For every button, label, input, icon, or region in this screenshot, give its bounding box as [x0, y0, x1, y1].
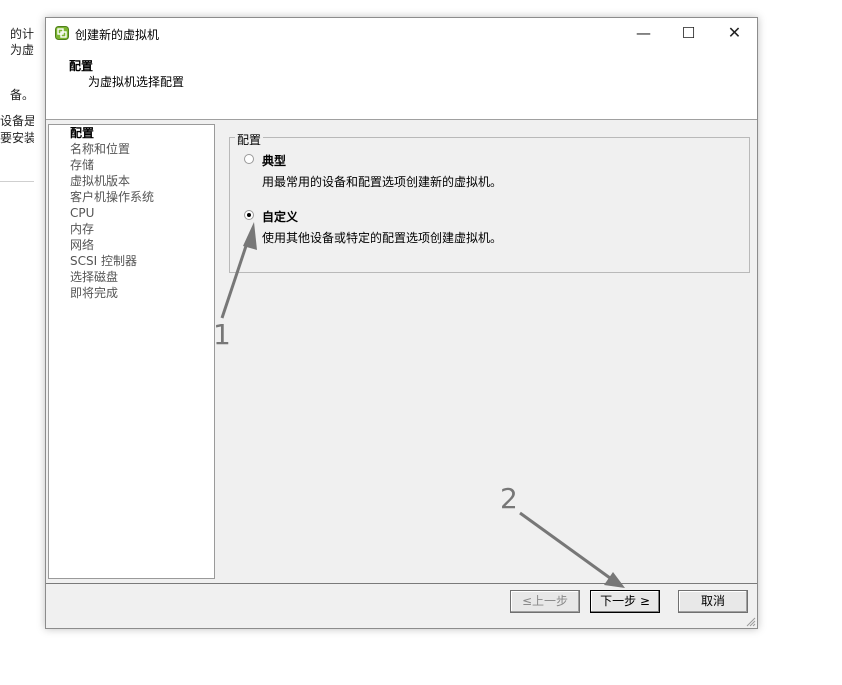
custom-option-description: 使用其他设备或特定的配置选项创建虚拟机。	[262, 231, 503, 245]
background-text-5: 要安装	[0, 131, 34, 145]
new-vm-dialog: 创建新的虚拟机 — ☐ ✕ 配置 为虚拟机选择配置 配置 名称和位置 存储 虚拟…	[45, 17, 758, 629]
typical-option-description: 用最常用的设备和配置选项创建新的虚拟机。	[262, 175, 503, 189]
radio-selected-dot	[247, 213, 251, 217]
dialog-header: 创建新的虚拟机 — ☐ ✕ 配置 为虚拟机选择配置	[46, 18, 757, 120]
step-title: 配置	[69, 59, 94, 73]
title-bar[interactable]: 创建新的虚拟机 — ☐ ✕	[46, 18, 757, 48]
configuration-group-label: 配置	[235, 131, 264, 148]
next-button[interactable]: 下一步 ≥	[590, 590, 660, 613]
configuration-groupbox	[229, 137, 750, 273]
footer-divider	[46, 583, 757, 584]
vsphere-app-icon	[55, 26, 69, 40]
cancel-button[interactable]: 取消	[678, 590, 748, 613]
step-memory[interactable]: 内存	[70, 221, 94, 237]
close-button[interactable]: ✕	[712, 18, 757, 48]
background-text-3: 备。	[9, 88, 34, 102]
annotation-number-1: 1	[213, 318, 231, 351]
step-select-disk[interactable]: 选择磁盘	[70, 269, 118, 285]
annotation-number-2: 2	[500, 482, 518, 515]
custom-option-label[interactable]: 自定义	[262, 208, 298, 225]
background-text-2: 为虚	[9, 43, 34, 57]
step-vm-version[interactable]: 虚拟机版本	[70, 173, 130, 189]
dialog-title: 创建新的虚拟机	[75, 28, 160, 42]
typical-radio[interactable]	[244, 154, 254, 164]
step-configuration[interactable]: 配置	[70, 125, 94, 141]
step-name-location[interactable]: 名称和位置	[70, 141, 130, 157]
step-subtitle: 为虚拟机选择配置	[88, 75, 185, 89]
maximize-button[interactable]: ☐	[666, 18, 711, 48]
back-button[interactable]: ≤上一步	[510, 590, 580, 613]
step-cpu[interactable]: CPU	[70, 205, 94, 221]
custom-radio[interactable]	[244, 210, 254, 220]
typical-option-label[interactable]: 典型	[262, 152, 286, 169]
background-text-1: 的计	[9, 27, 34, 41]
resize-grip-icon[interactable]	[744, 615, 756, 627]
step-storage[interactable]: 存储	[70, 157, 94, 173]
wizard-step-list: 配置 名称和位置 存储 虚拟机版本 客户机操作系统 CPU 内存 网络 SCSI…	[48, 124, 215, 579]
background-divider	[0, 181, 34, 182]
step-network[interactable]: 网络	[70, 237, 94, 253]
minimize-button[interactable]: —	[621, 18, 666, 48]
step-scsi-controller[interactable]: SCSI 控制器	[70, 253, 137, 269]
step-ready-complete[interactable]: 即将完成	[70, 285, 118, 301]
background-text-4: 设备是	[0, 114, 34, 128]
step-guest-os[interactable]: 客户机操作系统	[70, 189, 154, 205]
